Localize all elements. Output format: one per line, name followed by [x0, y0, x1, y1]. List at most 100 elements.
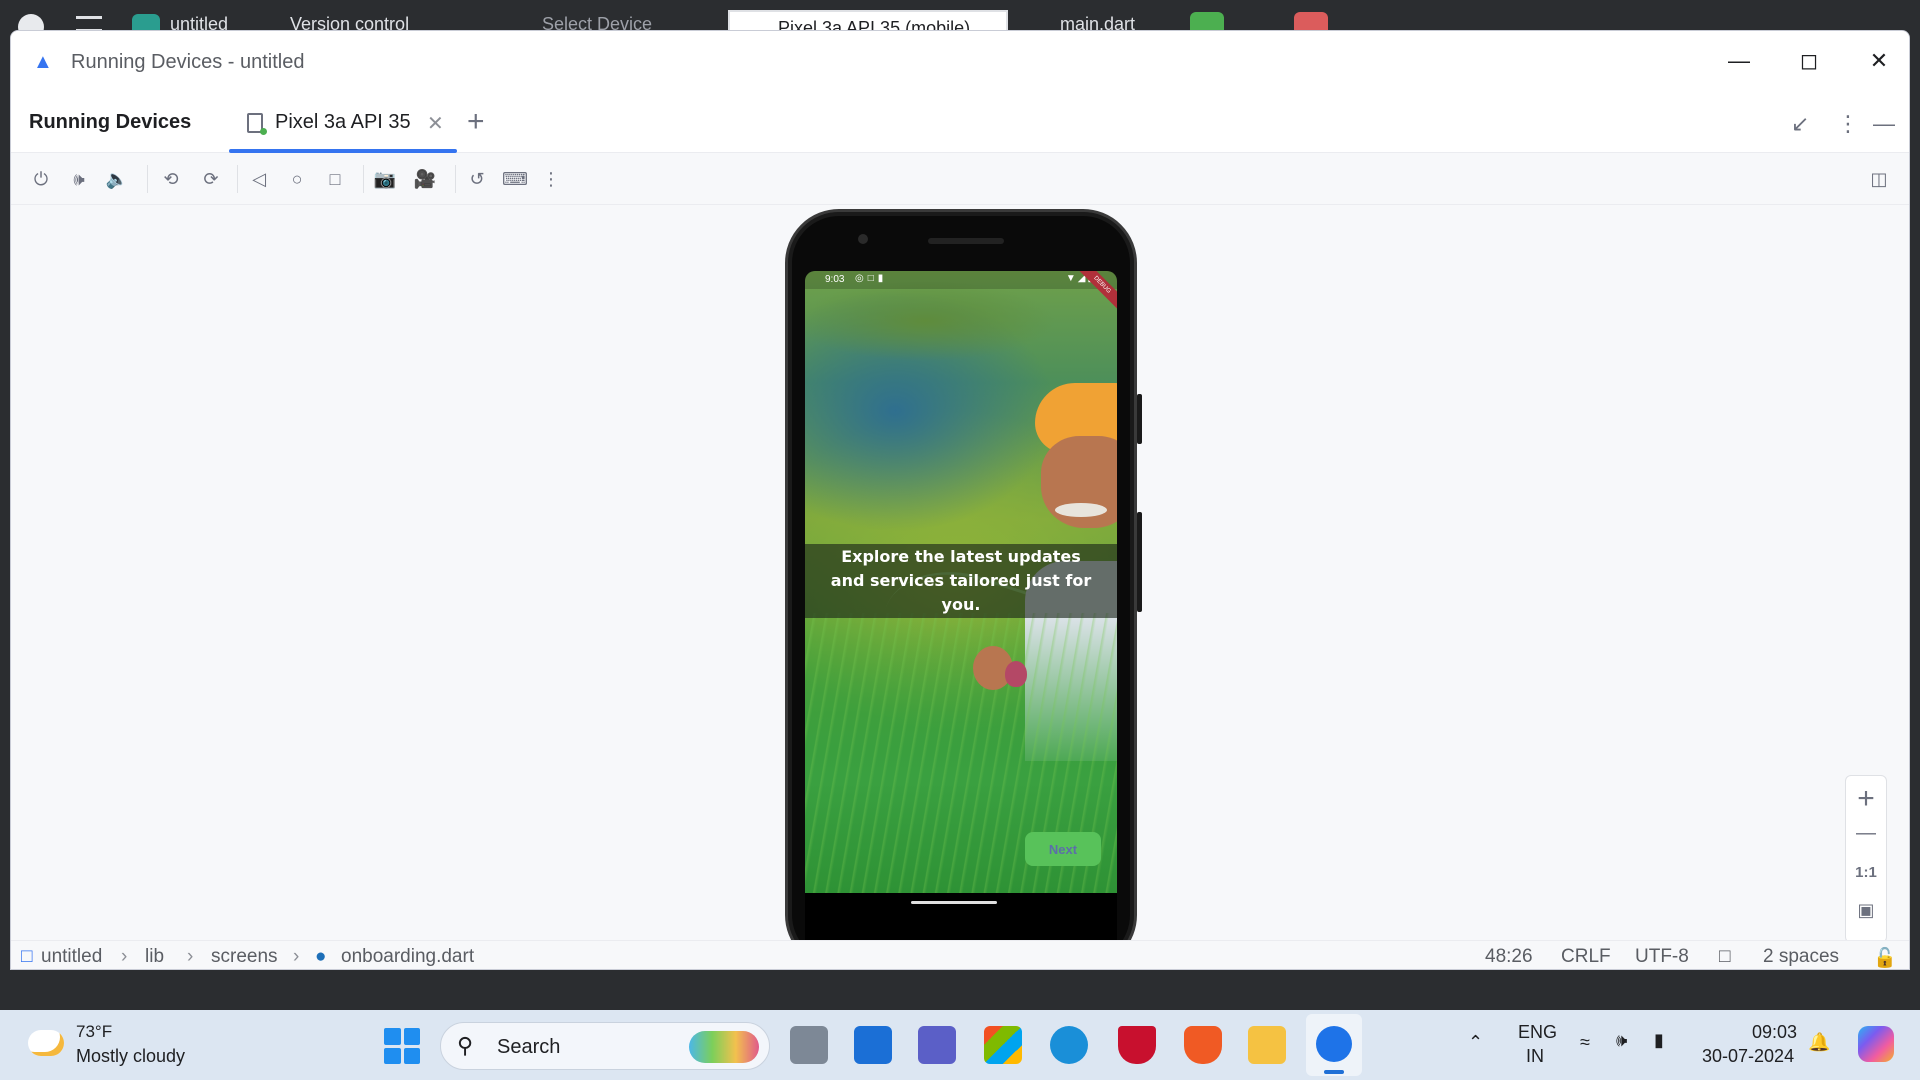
earpiece-speaker — [928, 238, 1004, 244]
back-icon[interactable]: ◁ — [245, 165, 273, 193]
readonly-icon[interactable]: □ — [1719, 946, 1730, 968]
volume-up-icon[interactable]: 🕪 — [65, 165, 93, 193]
notification-icons: ◎□▮ — [855, 273, 888, 284]
rotate-left-icon[interactable]: ⟲ — [157, 165, 185, 193]
close-window-button[interactable]: ✕ — [1859, 45, 1899, 77]
language-line2[interactable]: IN — [1526, 1046, 1544, 1067]
restore-layout-icon[interactable]: ↙ — [1791, 111, 1809, 137]
actual-size-button[interactable]: 1:1 — [1846, 864, 1886, 881]
overview-icon[interactable]: □ — [321, 165, 349, 193]
close-tab-icon[interactable]: ✕ — [427, 111, 444, 136]
file-encoding[interactable]: UTF-8 — [1635, 946, 1689, 968]
home-icon[interactable]: ○ — [283, 165, 311, 193]
window-title: Running Devices - untitled — [71, 51, 305, 73]
battery-icon[interactable]: ▮ — [1654, 1030, 1664, 1051]
rotate-right-icon[interactable]: ⟳ — [197, 165, 225, 193]
panel-title: Running Devices — [29, 111, 192, 133]
power-icon[interactable]: ⏻ — [27, 165, 55, 193]
volume-down-icon[interactable]: 🔈 — [103, 165, 131, 193]
toolbar-divider — [455, 165, 456, 193]
status-time: 9:03 — [825, 274, 845, 285]
maximize-button[interactable]: ◻ — [1789, 45, 1829, 77]
zoom-controls: + — 1:1 ▣ — [1845, 775, 1887, 943]
onion-bulb — [1005, 661, 1027, 687]
breadcrumb-chevron: › — [121, 946, 128, 967]
android-studio-icon: ▲ — [33, 51, 53, 73]
add-tab-icon[interactable]: + — [467, 105, 485, 139]
breadcrumb-chevron: › — [293, 946, 300, 967]
line-ending[interactable]: CRLF — [1561, 946, 1611, 968]
tab-label: Pixel 3a API 35 — [275, 111, 411, 133]
android-status-bar: 9:03 ◎□▮ ▼◢▮ — [805, 271, 1117, 289]
microsoft-store-icon[interactable] — [984, 1026, 1022, 1064]
android-studio-taskbar-button[interactable] — [1306, 1014, 1362, 1076]
toolbar-divider — [237, 165, 238, 193]
clock-date[interactable]: 30-07-2024 — [1702, 1046, 1794, 1067]
indent-setting[interactable]: 2 spaces — [1763, 946, 1839, 968]
task-view-icon[interactable] — [790, 1026, 828, 1064]
onboarding-text: Explore the latest updates and services … — [830, 547, 1092, 614]
clock-time[interactable]: 09:03 — [1752, 1022, 1797, 1043]
hide-panel-icon[interactable]: — — [1873, 111, 1895, 137]
reset-icon[interactable]: ↺ — [463, 165, 491, 193]
front-camera — [858, 234, 868, 244]
inspect-icon[interactable]: ◫ — [1865, 165, 1893, 193]
weather-cloud-icon[interactable] — [28, 1030, 64, 1056]
panel-header: Running Devices Pixel 3a API 35 ✕ + ↙ ⋮ … — [11, 91, 1909, 153]
module-icon: □ — [21, 946, 33, 967]
more-icon[interactable]: ⋮ — [537, 165, 565, 193]
phone-power-button[interactable] — [1137, 394, 1142, 444]
breadcrumb-screens[interactable]: screens — [211, 946, 278, 968]
next-button[interactable]: Next — [1025, 832, 1101, 866]
wifi-icon[interactable]: ≈ — [1580, 1032, 1590, 1053]
phone-frame: 9:03 ◎□▮ ▼◢▮ DEBUG Explore the latest up… — [785, 209, 1142, 969]
myhp-icon[interactable] — [854, 1026, 892, 1064]
panel-options-icon[interactable]: ⋮ — [1837, 111, 1859, 137]
notifications-icon[interactable]: 🔔 — [1808, 1032, 1830, 1053]
speaker-icon[interactable]: 🕪 — [1616, 1030, 1627, 1051]
show-hidden-icons-icon[interactable]: ⌃ — [1468, 1032, 1483, 1053]
weather-temperature[interactable]: 73°F — [76, 1022, 112, 1042]
dart-file-icon: ● — [315, 946, 327, 967]
android-studio-taskbar-icon — [1316, 1026, 1352, 1062]
minimize-button[interactable]: — — [1719, 45, 1759, 77]
zoom-in-button[interactable]: + — [1846, 782, 1886, 816]
breadcrumb-lib[interactable]: lib — [145, 946, 164, 968]
windows-taskbar: 73°F Mostly cloudy ⚲ Search ⌃ ENG IN ≈ 🕪… — [0, 1010, 1920, 1080]
zoom-out-button[interactable]: — — [1846, 822, 1886, 845]
search-icon: ⚲ — [457, 1033, 474, 1058]
keyboard-icon[interactable]: ⌨ — [501, 165, 529, 193]
device-icon — [247, 113, 267, 135]
file-explorer-icon[interactable] — [1248, 1026, 1286, 1064]
breadcrumb-file[interactable]: onboarding.dart — [341, 946, 474, 968]
teams-icon[interactable] — [918, 1026, 956, 1064]
toolbar-divider — [363, 165, 364, 193]
device-toolbar: ⏻ 🕪 🔈 ⟲ ⟳ ◁ ○ □ 📷 🎥 ↺ ⌨ ⋮ ◫ — [11, 153, 1909, 205]
copilot-icon[interactable] — [1858, 1026, 1894, 1062]
screen-record-icon[interactable]: 🎥 — [411, 165, 439, 193]
phone-volume-button[interactable] — [1137, 512, 1142, 612]
running-devices-window: ▲ Running Devices - untitled — ◻ ✕ Runni… — [10, 30, 1910, 970]
gesture-pill[interactable] — [911, 901, 997, 904]
breadcrumb-chevron: › — [187, 946, 194, 967]
window-titlebar: ▲ Running Devices - untitled — ◻ ✕ — [11, 31, 1909, 91]
language-line1[interactable]: ENG — [1518, 1022, 1557, 1043]
brave-icon[interactable] — [1184, 1026, 1222, 1064]
toolbar-divider — [147, 165, 148, 193]
mcafee-icon[interactable] — [1118, 1026, 1156, 1064]
taskbar-search[interactable]: ⚲ Search — [440, 1022, 770, 1070]
search-label: Search — [497, 1036, 561, 1058]
onboarding-banner: Explore the latest updates and services … — [805, 544, 1117, 618]
tab-pixel-3a[interactable]: Pixel 3a API 35 ✕ — [219, 91, 459, 153]
ide-status-bar: □ untitled › lib › screens › ● onboardin… — [11, 940, 1909, 969]
farmer-mustache — [1055, 503, 1107, 517]
fit-screen-icon[interactable]: ▣ — [1846, 900, 1886, 921]
screenshot-icon[interactable]: 📷 — [371, 165, 399, 193]
device-screen[interactable]: 9:03 ◎□▮ ▼◢▮ DEBUG Explore the latest up… — [805, 271, 1117, 893]
breadcrumb-project[interactable]: untitled — [41, 946, 102, 968]
weather-condition[interactable]: Mostly cloudy — [76, 1046, 185, 1067]
caret-position[interactable]: 48:26 — [1485, 946, 1533, 968]
start-button-icon[interactable] — [384, 1028, 420, 1064]
lock-icon[interactable]: 🔓 — [1873, 946, 1897, 969]
edge-icon[interactable] — [1050, 1026, 1088, 1064]
